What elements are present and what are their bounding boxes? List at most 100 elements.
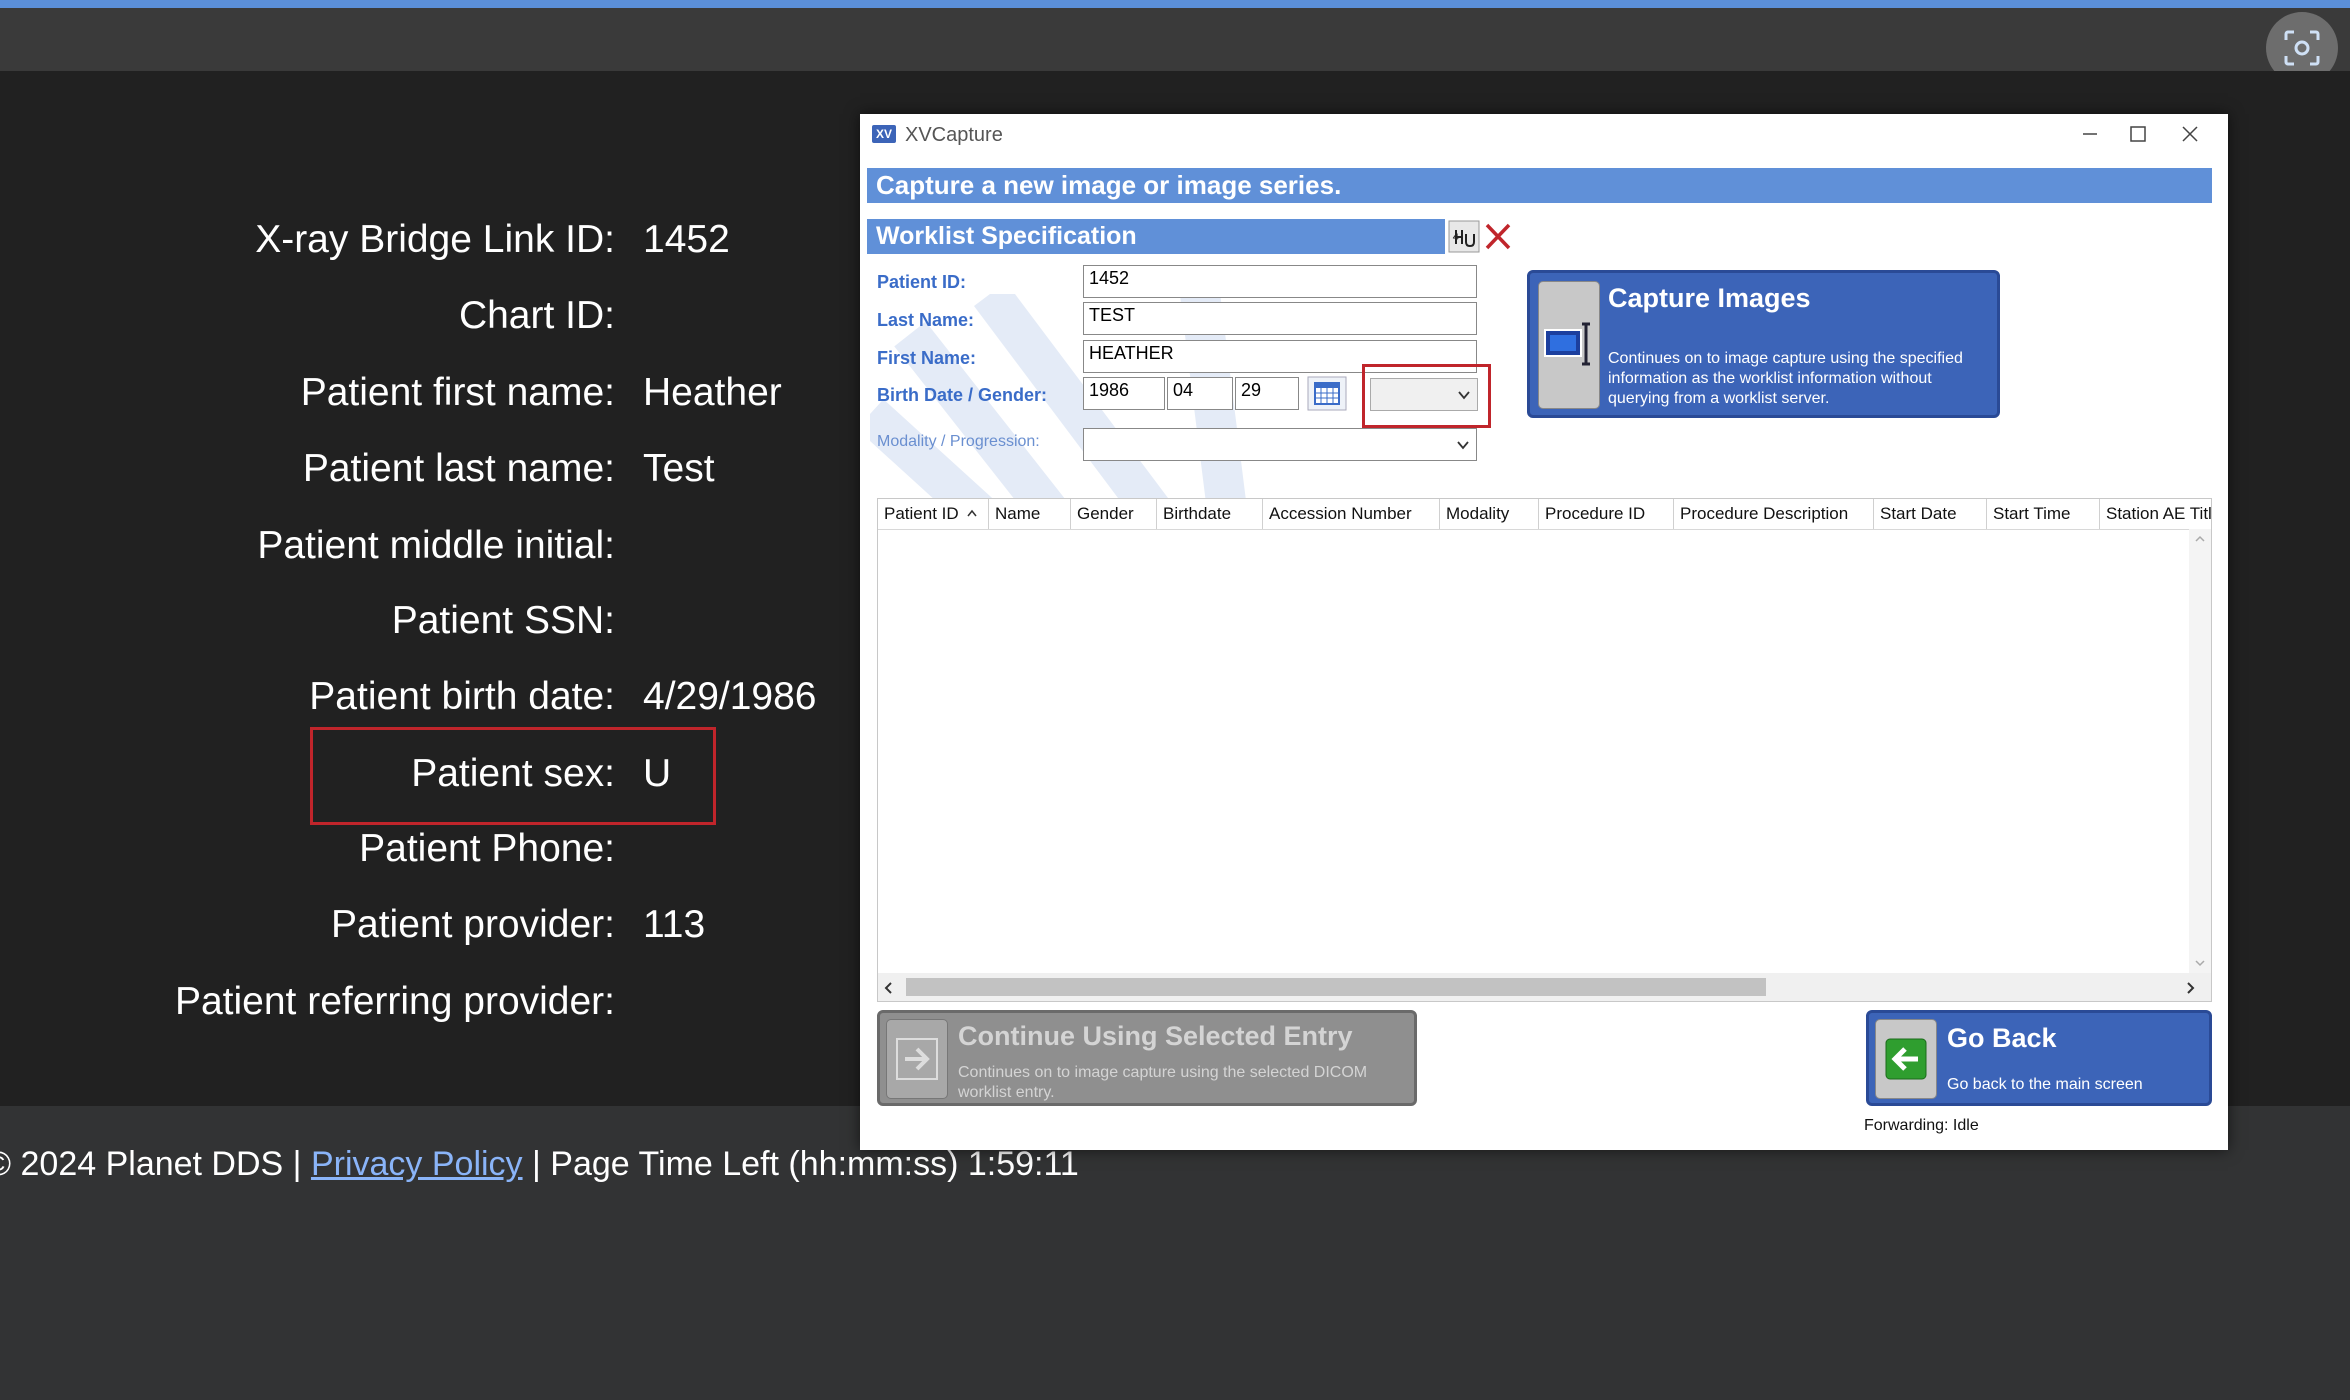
xvcapture-window: XV XVCapture Capture a new image or imag… bbox=[860, 114, 2228, 1150]
worklist-table[interactable]: Patient ID Name Gender Birthdate Accessi… bbox=[877, 498, 2212, 1002]
birth-gender-label: Birth Date / Gender: bbox=[877, 385, 1048, 405]
copyright-text: © 2024 Planet DDS | bbox=[0, 1145, 302, 1183]
info-label: Patient Phone: bbox=[359, 827, 615, 870]
patient-id-input[interactable]: 1452 bbox=[1083, 265, 1477, 298]
close-icon bbox=[2182, 126, 2198, 142]
vertical-scrollbar[interactable] bbox=[2189, 529, 2211, 973]
info-label: Chart ID: bbox=[458, 294, 615, 337]
top-accent-bar bbox=[0, 0, 2350, 8]
sort-ascending-icon bbox=[967, 509, 977, 517]
scrollbar-thumb[interactable] bbox=[906, 978, 1766, 996]
continue-title: Continue Using Selected Entry bbox=[958, 1021, 1353, 1051]
info-row-middle-initial: Patient middle initial: bbox=[0, 524, 870, 584]
info-row-birth-date: Patient birth date: 4/29/1986 bbox=[0, 675, 870, 735]
window-title: XVCapture bbox=[905, 124, 1003, 146]
chevron-left-icon bbox=[884, 982, 892, 994]
col-header[interactable]: Gender bbox=[1071, 499, 1157, 529]
info-row-provider: Patient provider: 113 bbox=[0, 903, 870, 963]
chevron-down-icon bbox=[2195, 960, 2205, 967]
chevron-up-icon bbox=[2195, 535, 2205, 542]
col-header[interactable]: Accession Number bbox=[1263, 499, 1440, 529]
col-header[interactable]: Start Time bbox=[1987, 499, 2100, 529]
info-label: Patient referring provider: bbox=[174, 980, 615, 1023]
birth-year-input[interactable]: 1986 bbox=[1083, 377, 1165, 410]
worklist-query-button[interactable]: ⁴ bbox=[1448, 220, 1480, 253]
calendar-icon bbox=[1307, 376, 1347, 411]
capture-images-button[interactable]: Capture Images Continues on to image cap… bbox=[1527, 270, 2000, 418]
continue-icon-box bbox=[886, 1019, 948, 1099]
chevron-right-icon bbox=[2187, 982, 2195, 994]
info-value: 113 bbox=[643, 903, 706, 946]
camera-focus-icon bbox=[2284, 30, 2320, 66]
privacy-policy-link[interactable]: Privacy Policy bbox=[311, 1145, 523, 1183]
modality-select[interactable] bbox=[1083, 428, 1477, 461]
highlight-box-gender bbox=[1362, 364, 1491, 428]
last-name-input[interactable]: TEST bbox=[1083, 302, 1477, 335]
info-value: 1452 bbox=[643, 218, 730, 261]
capture-images-title: Capture Images bbox=[1608, 283, 1811, 313]
query-icon: ⁴ bbox=[1448, 220, 1480, 253]
col-header-label: Patient ID bbox=[884, 504, 959, 523]
info-label: Patient first name: bbox=[300, 371, 615, 414]
calendar-button[interactable] bbox=[1307, 376, 1347, 411]
maximize-button[interactable] bbox=[2115, 118, 2161, 154]
capture-header: Capture a new image or image series. bbox=[867, 168, 2212, 203]
go-back-title: Go Back bbox=[1947, 1023, 2057, 1053]
col-header[interactable]: Start Date bbox=[1874, 499, 1987, 529]
last-name-label: Last Name: bbox=[877, 310, 975, 330]
arrow-right-icon bbox=[896, 1038, 938, 1080]
info-row-last-name: Patient last name: Test bbox=[0, 447, 870, 507]
page-time-left: | Page Time Left (hh:mm:ss) 1:59:11 bbox=[532, 1145, 1079, 1183]
first-name-label: First Name: bbox=[877, 348, 977, 368]
col-header[interactable]: Patient ID bbox=[878, 499, 989, 529]
capture-icon-box bbox=[1538, 281, 1600, 409]
info-label: Patient last name: bbox=[302, 447, 615, 490]
continue-desc: Continues on to image capture using the … bbox=[958, 1064, 1368, 1101]
info-row-referring-provider: Patient referring provider: bbox=[0, 980, 870, 1040]
horizontal-scrollbar[interactable] bbox=[878, 973, 2211, 1001]
arrow-left-icon bbox=[1885, 1038, 1927, 1080]
info-value: Test bbox=[643, 447, 715, 490]
info-value: 4/29/1986 bbox=[643, 675, 817, 718]
capture-images-desc: Continues on to image capture using the … bbox=[1608, 350, 1963, 407]
info-row-ssn: Patient SSN: bbox=[0, 599, 870, 659]
birth-day-input[interactable]: 29 bbox=[1235, 377, 1299, 410]
col-header[interactable]: Name bbox=[989, 499, 1071, 529]
col-header[interactable]: Procedure Description bbox=[1674, 499, 1874, 529]
info-row-link-id: X-ray Bridge Link ID: 1452 bbox=[0, 218, 870, 278]
info-row-first-name: Patient first name: Heather bbox=[0, 371, 870, 431]
patient-id-label: Patient ID: bbox=[877, 272, 967, 292]
col-header[interactable]: Station AE Titl bbox=[2100, 499, 2211, 529]
sensor-capture-icon bbox=[1544, 322, 1590, 366]
modality-label: Modality / Progression: bbox=[877, 433, 1040, 450]
info-row-chart-id: Chart ID: bbox=[0, 294, 870, 354]
minimize-button[interactable] bbox=[2067, 118, 2113, 154]
info-value: Heather bbox=[643, 371, 782, 414]
info-label: Patient SSN: bbox=[391, 599, 615, 642]
continue-selected-entry-button[interactable]: Continue Using Selected Entry Continues … bbox=[877, 1010, 1417, 1106]
info-label: Patient birth date: bbox=[309, 675, 615, 718]
worklist-clear-button[interactable] bbox=[1482, 220, 1514, 253]
go-back-icon-box bbox=[1875, 1019, 1937, 1099]
info-label: Patient middle initial: bbox=[257, 524, 615, 567]
col-header[interactable]: Procedure ID bbox=[1539, 499, 1674, 529]
xv-app-icon: XV bbox=[872, 125, 896, 143]
info-row-phone: Patient Phone: bbox=[0, 827, 870, 887]
close-button[interactable] bbox=[2167, 118, 2213, 154]
highlight-box-sex bbox=[310, 727, 716, 825]
minimize-icon bbox=[2083, 133, 2097, 135]
col-header[interactable]: Modality bbox=[1440, 499, 1539, 529]
maximize-icon bbox=[2130, 126, 2146, 142]
forwarding-status: Forwarding: Idle bbox=[1864, 1117, 1979, 1134]
go-back-button[interactable]: Go Back Go back to the main screen bbox=[1866, 1010, 2212, 1106]
close-x-icon bbox=[1485, 223, 1511, 250]
col-header[interactable]: Birthdate bbox=[1157, 499, 1263, 529]
chevron-down-icon bbox=[1457, 441, 1469, 450]
birth-month-input[interactable]: 04 bbox=[1167, 377, 1233, 410]
info-label: Patient provider: bbox=[331, 903, 615, 946]
browser-toolbar bbox=[0, 8, 2350, 71]
footer-text: © 2024 Planet DDS | Privacy Policy | Pag… bbox=[0, 1145, 1079, 1184]
go-back-desc: Go back to the main screen bbox=[1947, 1076, 2143, 1093]
worklist-title: Worklist Specification bbox=[867, 219, 1445, 254]
table-header: Patient ID Name Gender Birthdate Accessi… bbox=[878, 499, 2211, 530]
